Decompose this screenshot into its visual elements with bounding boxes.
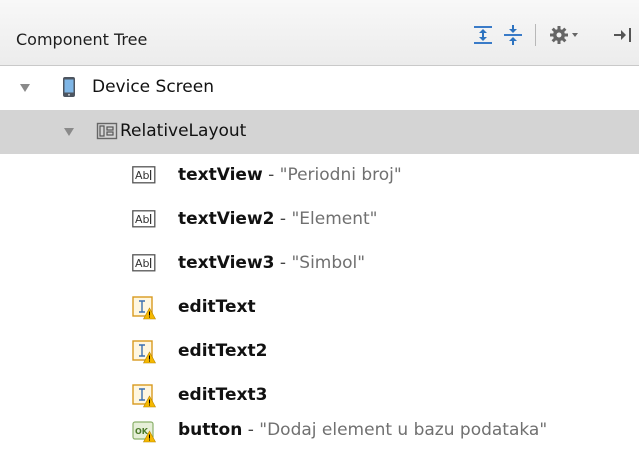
button-icon-text: OK: [135, 427, 149, 436]
relative-layout-icon: [96, 120, 118, 142]
panel-title: Component Tree: [16, 30, 148, 49]
svg-text:Ab: Ab: [135, 169, 150, 182]
edittext-warning-icon: [132, 296, 157, 320]
separator-text: -: [274, 253, 292, 273]
tree-row-button[interactable]: OK button - "Dodaj element u bazu podata…: [0, 409, 639, 453]
component-text: "Periodni broj": [279, 165, 402, 185]
component-name: textView: [178, 165, 263, 185]
component-text: "Simbol": [291, 253, 366, 273]
component-name: editText: [178, 297, 256, 317]
tree-row-textview[interactable]: Ab textView - "Periodni broj": [0, 154, 639, 198]
tree-label-relative-layout: RelativeLayout: [120, 121, 247, 141]
svg-text:Ab: Ab: [135, 257, 150, 270]
expand-arrow-icon[interactable]: [62, 124, 76, 143]
expand-all-icon[interactable]: [472, 24, 494, 50]
textview-icon: Ab: [132, 164, 156, 186]
component-name: editText3: [178, 385, 268, 405]
tree-row-edittext2[interactable]: editText2: [0, 330, 639, 374]
phone-icon: [58, 76, 80, 98]
edittext-warning-icon: [132, 340, 157, 364]
collapse-all-icon[interactable]: [502, 24, 524, 50]
textview-icon: Ab: [132, 208, 156, 230]
component-name: button: [178, 420, 243, 440]
button-ok-icon: OK: [132, 419, 157, 443]
hide-panel-icon[interactable]: [612, 24, 636, 50]
separator-text: -: [274, 209, 292, 229]
tree-row-edittext[interactable]: editText: [0, 286, 639, 330]
edittext-warning-icon: [132, 384, 157, 408]
tree-row-textview2[interactable]: Ab textView2 - "Element": [0, 198, 639, 242]
panel-header: Component Tree: [0, 0, 639, 66]
component-name: textView2: [178, 209, 275, 229]
component-text: "Dodaj element u bazu podataka": [259, 420, 548, 440]
svg-text:Ab: Ab: [135, 213, 150, 226]
separator-text: -: [262, 165, 280, 185]
component-name: editText2: [178, 341, 268, 361]
tree-label-device-screen: Device Screen: [92, 77, 214, 97]
separator-text: -: [242, 420, 260, 440]
textview-icon: Ab: [132, 252, 156, 274]
tree-row-device-screen[interactable]: Device Screen: [0, 66, 639, 110]
component-name: textView3: [178, 253, 275, 273]
tree-row-relative-layout[interactable]: RelativeLayout: [0, 110, 639, 154]
tree-row-textview3[interactable]: Ab textView3 - "Simbol": [0, 242, 639, 286]
expand-arrow-icon[interactable]: [18, 80, 32, 99]
component-text: "Element": [291, 209, 378, 229]
gear-icon[interactable]: [548, 24, 582, 50]
component-tree-panel: Component Tree Device Screen RelativeLay…: [0, 0, 639, 453]
toolbar-separator: [535, 24, 536, 46]
